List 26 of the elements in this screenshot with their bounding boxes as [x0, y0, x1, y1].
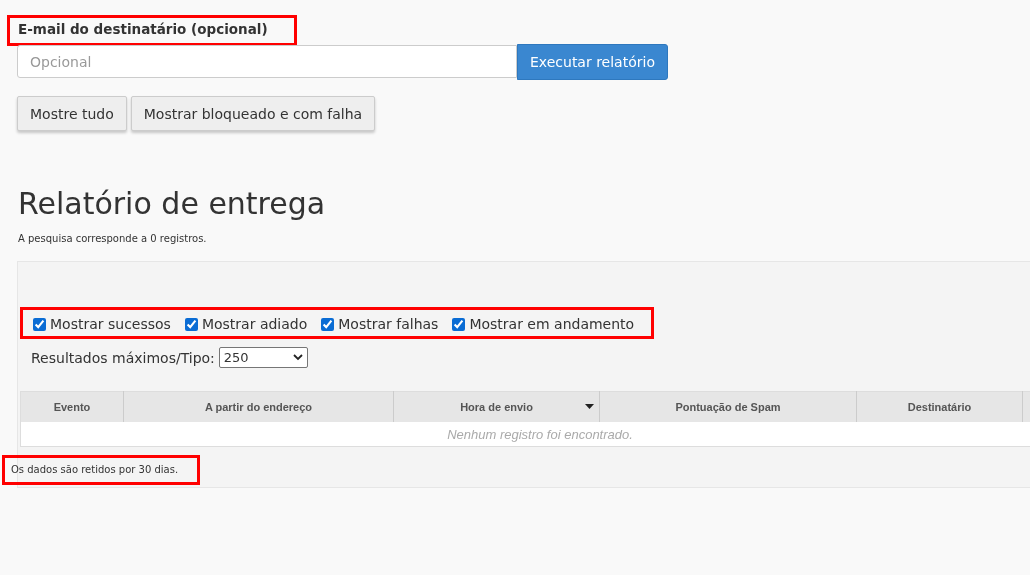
- max-results-dropdown[interactable]: 250: [218, 347, 308, 368]
- checkbox[interactable]: [321, 317, 335, 331]
- page-heading: Relatório de entrega: [18, 186, 327, 221]
- field-label: E-mail do destinatário (opcional): [10, 18, 294, 43]
- column-header[interactable]: Evento: [20, 391, 124, 422]
- checkbox-label[interactable]: Mostrar sucessos: [50, 316, 171, 332]
- checkbox[interactable]: [33, 317, 46, 331]
- run-report-button[interactable]: Executar relatório: [517, 44, 668, 80]
- column-header[interactable]: A partir do endereço: [123, 391, 394, 422]
- column-header[interactable]: Pontuação de Spam: [599, 391, 857, 422]
- checkbox-label[interactable]: Mostrar em andamento: [469, 316, 635, 332]
- checkbox-label[interactable]: Mostrar falhas: [338, 316, 439, 332]
- column-header[interactable]: Hora de envio: [393, 391, 600, 422]
- chevron-icon: [292, 354, 303, 361]
- filter-button[interactable]: Mostre tudo: [17, 96, 127, 131]
- sort-caret-icon: [585, 404, 594, 409]
- checkbox[interactable]: [452, 317, 466, 331]
- checkbox-label[interactable]: Mostrar adiado: [201, 316, 308, 332]
- column-header[interactable]: Destinatário: [856, 391, 1023, 422]
- empty-message: Nenhum registro foi encontrado.: [447, 427, 633, 442]
- results-summary: A pesquisa corresponde a 0 registros.: [18, 233, 208, 244]
- checkbox[interactable]: [184, 317, 198, 331]
- retention-note: Os dados são retidos por 30 dias.: [5, 458, 198, 482]
- max-results-label: Resultados máximos/Tipo:: [31, 349, 215, 366]
- filter-button[interactable]: Mostrar bloqueado e com falha: [130, 96, 376, 131]
- email-field[interactable]: Opcional: [17, 45, 517, 78]
